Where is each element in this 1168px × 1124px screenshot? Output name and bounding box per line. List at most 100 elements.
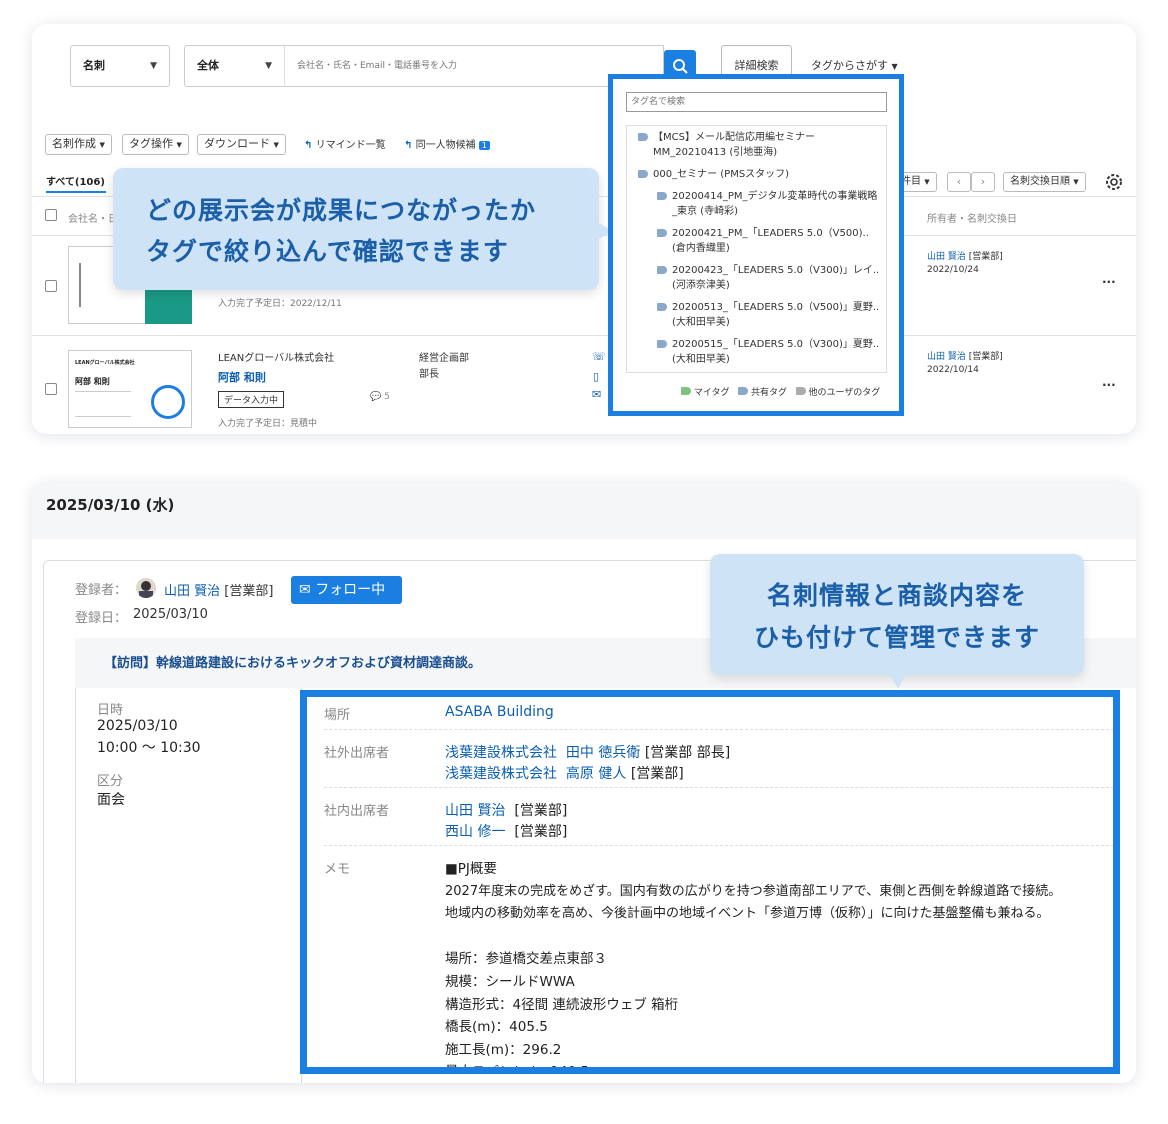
registrant-name[interactable]: 山田 賢治: [164, 584, 220, 599]
row-checkbox[interactable]: [45, 280, 57, 292]
download-label: ダウンロード: [204, 137, 270, 150]
row-owner-name[interactable]: 山田 賢治: [927, 252, 966, 262]
card-image-text: [79, 263, 82, 307]
other-tag-icon: [795, 387, 806, 395]
same-person-badge: 1: [478, 141, 490, 150]
internal-attendee: 山田 賢治 [営業部]: [445, 800, 567, 820]
tag-search-input[interactable]: [626, 92, 887, 112]
row-checkbox[interactable]: [45, 383, 57, 395]
create-card-label: 名刺作成: [52, 137, 96, 150]
same-person-link[interactable]: ↰ 同一人物候補 1: [404, 136, 490, 151]
tag-item-line2: (倉内香織里): [672, 243, 730, 254]
tag-item[interactable]: 20200515_「LEADERS 5.0（V300)」夏野.. (大和田早美): [627, 337, 886, 367]
reminder-link[interactable]: ↰ リマインド一覧: [304, 136, 386, 151]
tag-icon: [657, 266, 667, 274]
row-company[interactable]: LEANグローバル株式会社: [218, 349, 334, 364]
attendee-company[interactable]: 浅葉建設株式会社: [445, 766, 557, 782]
callout-tag-filter: どの展示会が成果につながったか タグで絞り込んで確認できます: [113, 168, 613, 290]
next-page-button[interactable]: ›: [971, 172, 995, 192]
legend-my-tag: マイタグ: [693, 388, 730, 398]
tab-all[interactable]: すべて(106): [46, 173, 105, 188]
tag-item[interactable]: 20200421_PM_「LEADERS 5.0（V500).. (倉内香織里): [627, 226, 886, 256]
settings-button[interactable]: [1102, 170, 1126, 194]
tag-search-label: タグからさがす: [811, 59, 888, 72]
chevron-down-icon: ▼: [150, 61, 157, 71]
memo-line: 橋長(m)：405.5: [445, 1019, 548, 1036]
scope-select[interactable]: 全体 ▼: [184, 45, 284, 87]
type-select[interactable]: 名刺 ▼: [70, 45, 170, 87]
comment-icon: 💬: [370, 392, 382, 402]
chevron-right-icon: ›: [980, 175, 986, 188]
type-select-value: 名刺: [83, 59, 105, 72]
chevron-down-icon: ▼: [924, 178, 930, 186]
prev-page-button[interactable]: ‹: [947, 172, 971, 192]
registered-label: 登録日：: [75, 611, 128, 626]
attendee-name[interactable]: 西山 修一: [445, 824, 505, 840]
attendee-dept: [営業部 部長]: [644, 745, 731, 761]
row-more-button[interactable]: ···: [1102, 275, 1116, 289]
place-value[interactable]: ASABA Building: [445, 704, 554, 720]
row-owner-dept: [営業部]: [968, 252, 1003, 262]
attendee-dept: [営業部]: [630, 766, 684, 782]
legend-shared-tag: 共有タグ: [750, 388, 787, 398]
chevron-down-icon: ▼: [265, 61, 272, 71]
callout-pointer: [890, 675, 906, 689]
tag-item[interactable]: 【MCS】メール配信応用編セミナー MM_20210413 (引地亜海): [627, 130, 886, 160]
tag-item-line1: 20200515_「LEADERS 5.0（V300)」夏野..: [672, 339, 880, 350]
divider: [324, 729, 1113, 730]
tag-item-line2: (大和田早美): [672, 317, 730, 328]
mail-icon[interactable]: ✉: [592, 388, 601, 401]
memo-line: ■PJ概要: [445, 861, 497, 877]
tag-item[interactable]: 000_セミナー (PMSスタッフ): [627, 167, 886, 182]
row-exchange-date: 2022/10/14: [927, 365, 979, 375]
tag-icon: [657, 229, 667, 237]
row-name[interactable]: 阿部 和則: [218, 369, 266, 385]
tag-dropdown: 【MCS】メール配信応用編セミナー MM_20210413 (引地亜海) 000…: [608, 74, 904, 416]
registrant: 山田 賢治 [営業部]: [164, 580, 273, 599]
attendee-name[interactable]: 高原 健人: [566, 766, 626, 782]
internal-label: 社内出席者: [324, 804, 390, 819]
phone-icon[interactable]: ☏: [592, 350, 606, 363]
scope-select-value: 全体: [197, 59, 219, 72]
divider: [324, 845, 1113, 846]
gear-icon: [1106, 174, 1122, 190]
row-owner-dept: [営業部]: [968, 352, 1003, 362]
external-attendee: 浅葉建設株式会社 高原 健人 [営業部]: [445, 763, 684, 783]
sort-select[interactable]: 名刺交換日順 ▼: [1003, 172, 1086, 192]
attendee-name[interactable]: 田中 徳兵衛: [566, 745, 640, 761]
tag-item[interactable]: 20200414_PM_デジタル変革時代の事業戦略 _東京 (寺崎彩): [627, 189, 886, 219]
tag-icon: [657, 340, 667, 348]
internal-attendee: 西山 修一 [営業部]: [445, 821, 567, 841]
memo-line: 地域内の移動効率を高め、今後計画中の地域イベント「参道万博（仮称）」に向けた基盤…: [445, 906, 1050, 922]
attendee-name[interactable]: 山田 賢治: [445, 803, 505, 819]
attendee-dept: [営業部]: [514, 824, 568, 840]
callout-line1: 名刺情報と商談内容を: [766, 581, 1027, 610]
tag-item-line2: MM_20210413 (引地亜海): [653, 147, 778, 158]
mobile-icon[interactable]: ▯: [593, 370, 599, 383]
tag-item[interactable]: 20200513_「LEADERS 5.0（V500)」夏野.. (大和田早美): [627, 300, 886, 330]
tag-icon: [638, 133, 648, 141]
search-input[interactable]: [285, 46, 655, 86]
activity-date: 2025/03/10: [97, 718, 178, 734]
memo-line: 施工長(m)：296.2: [445, 1041, 562, 1058]
activity-detail-box: 場所 ASABA Building 社外出席者 浅葉建設株式会社 田中 徳兵衛 …: [300, 690, 1120, 1074]
follow-button[interactable]: ✉ フォロー中: [291, 576, 402, 604]
attendee-company[interactable]: 浅葉建設株式会社: [445, 745, 557, 761]
create-card-button[interactable]: 名刺作成 ▼: [45, 134, 112, 155]
attendee-dept: [営業部]: [514, 803, 568, 819]
search-input-box[interactable]: [284, 45, 664, 87]
row-comments[interactable]: 💬 5: [370, 392, 390, 402]
tag-item[interactable]: 20200423_「LEADERS 5.0（V300)」レイ.. (河添奈津美): [627, 263, 886, 293]
select-all-checkbox[interactable]: [45, 209, 57, 221]
activity-time: 10:00 〜 10:30: [97, 740, 201, 756]
callout-link-info: 名刺情報と商談内容を ひも付けて管理できます: [710, 554, 1084, 689]
date-header-bar: [32, 483, 1136, 539]
divider: [32, 335, 1136, 336]
row-more-button[interactable]: ···: [1102, 378, 1116, 392]
card-thumbnail[interactable]: LEANグローバル株式会社 阿部 和則: [68, 350, 192, 428]
tag-ops-button[interactable]: タグ操作 ▼: [122, 134, 189, 155]
row-owner-name[interactable]: 山田 賢治: [927, 352, 966, 362]
col-owner-header: 所有者・名刺交換日: [927, 214, 1017, 225]
download-button[interactable]: ダウンロード ▼: [197, 134, 286, 155]
tag-search-button[interactable]: タグからさがす ▼: [811, 57, 898, 73]
